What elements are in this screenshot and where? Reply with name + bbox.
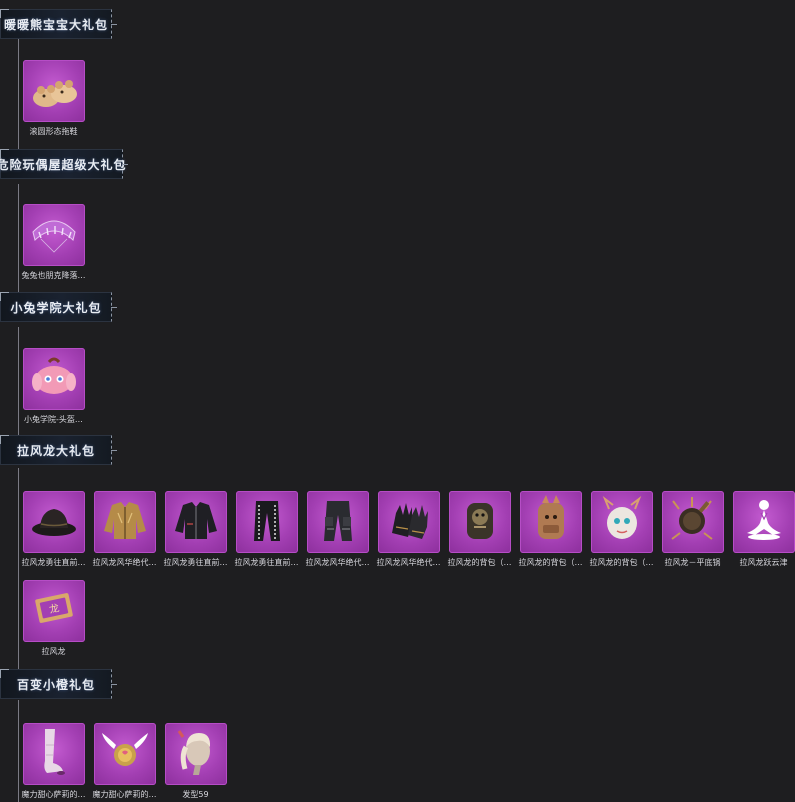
reward-item-label: 拉风龙勇往直前…: [163, 558, 228, 567]
reward-item-tile[interactable]: [590, 491, 653, 553]
section-title: 危险玩偶屋超级大礼包: [0, 157, 127, 172]
reward-item-tile[interactable]: [22, 204, 85, 266]
bunny-helmet-icon: [27, 350, 81, 408]
reward-item-tile[interactable]: [448, 491, 511, 553]
reward-item[interactable]: 魔力甜心萨莉的…: [18, 723, 89, 800]
reward-item-label: 拉风龙风华绝代…: [305, 558, 370, 567]
white-dragon-backpack-icon: [595, 493, 649, 551]
section-header: 百变小橙礼包: [0, 668, 117, 700]
reward-item-tile[interactable]: [93, 491, 156, 553]
gold-jacket-icon: [98, 493, 152, 551]
reward-item-tile[interactable]: [22, 723, 85, 785]
section-header: 小兔学院大礼包: [0, 291, 117, 323]
reward-item-label: 发型59: [182, 790, 209, 799]
bucket-hat-icon: [27, 493, 81, 551]
reward-item-label: 滚圆形态拖鞋: [29, 127, 78, 136]
reward-item-tile[interactable]: [22, 491, 85, 553]
reward-item-tile[interactable]: [661, 491, 724, 553]
section-header-plate: 拉风龙大礼包: [0, 435, 117, 465]
reward-item-label: 魔力甜心萨莉的…: [21, 790, 86, 799]
hairstyle-icon: [169, 725, 223, 783]
reward-item-label: 魔力甜心萨莉的…: [92, 790, 157, 799]
dark-dragon-backpack-icon: [453, 493, 507, 551]
reward-item[interactable]: 拉风龙勇往直前…: [160, 491, 231, 568]
reward-item-tile[interactable]: 龙: [22, 580, 85, 642]
reward-item-tile[interactable]: [732, 491, 795, 553]
reward-item-tile[interactable]: [22, 60, 85, 122]
reward-item-label: 拉风龙勇往直前…: [234, 558, 299, 567]
bear-slippers-icon: [27, 62, 81, 120]
gift-pack-list: 暖暖熊宝宝大礼包滚圆形态拖鞋危险玩偶屋超级大礼包兔兔也朋克降落… 小兔学院大礼包小…: [0, 0, 795, 802]
reward-item[interactable]: 拉风龙跃云津: [728, 491, 795, 568]
reward-item-tile[interactable]: [164, 723, 227, 785]
reward-item-label: 拉风龙: [41, 647, 66, 656]
reward-item[interactable]: 小兔学院-头盔…: [18, 348, 89, 425]
reward-item-label: 拉风龙风华绝代…: [376, 558, 441, 567]
reward-item-label: 拉风龙的背包（…: [589, 558, 654, 567]
reward-item[interactable]: 拉风龙的背包（…: [586, 491, 657, 568]
winged-pan-icon: [98, 725, 152, 783]
section-header: 暖暖熊宝宝大礼包: [0, 8, 117, 40]
reward-item-label: 小兔学院-头盔…: [24, 415, 83, 424]
reward-item[interactable]: 拉风龙－平底锅: [657, 491, 728, 568]
black-pants-icon: [240, 493, 294, 551]
reward-item-label: 拉风龙－平底锅: [664, 558, 721, 567]
reward-item[interactable]: 拉风龙风华绝代…: [373, 491, 444, 568]
reward-item-tile[interactable]: [93, 723, 156, 785]
reward-item-tile[interactable]: [164, 491, 227, 553]
section-header-plate: 百变小橙礼包: [0, 669, 117, 699]
boots-icon: [27, 725, 81, 783]
reward-item[interactable]: 龙拉风龙: [18, 580, 89, 657]
reward-item-label: 拉风龙的背包（…: [447, 558, 512, 567]
section-title: 百变小橙礼包: [16, 677, 95, 692]
cargo-pants-icon: [311, 493, 365, 551]
section-header-plate: 危险玩偶屋超级大礼包: [0, 149, 128, 179]
section-title: 小兔学院大礼包: [10, 300, 102, 315]
reward-item[interactable]: 拉风龙勇往直前…: [18, 491, 89, 568]
dragon-card-icon: 龙: [27, 582, 81, 640]
reward-item[interactable]: 拉风龙的背包（…: [515, 491, 586, 568]
reward-item[interactable]: 拉风龙风华绝代…: [89, 491, 160, 568]
reward-item[interactable]: 拉风龙的背包（…: [444, 491, 515, 568]
reward-item[interactable]: 拉风龙勇往直前…: [231, 491, 302, 568]
black-jacket-icon: [169, 493, 223, 551]
section-header-plate: 暖暖熊宝宝大礼包: [0, 9, 117, 39]
section-header-plate: 小兔学院大礼包: [0, 292, 117, 322]
section-title: 暖暖熊宝宝大礼包: [3, 17, 108, 32]
reward-item-label: 拉风龙的背包（…: [518, 558, 583, 567]
section-title: 拉风龙大礼包: [16, 443, 95, 458]
section-header: 拉风龙大礼包: [0, 434, 117, 466]
dragon-pan-icon: [666, 493, 720, 551]
reward-item-tile[interactable]: [22, 348, 85, 410]
reward-item[interactable]: 兔兔也朋克降落…: [18, 204, 89, 281]
reward-item-label: 兔兔也朋克降落…: [21, 271, 86, 280]
reward-item-label: 拉风龙风华绝代…: [92, 558, 157, 567]
reward-item-tile[interactable]: [377, 491, 440, 553]
reward-item-tile[interactable]: [235, 491, 298, 553]
reward-item-tile[interactable]: [519, 491, 582, 553]
bunny-punk-parachute-icon: [27, 206, 81, 264]
section-header: 危险玩偶屋超级大礼包: [0, 148, 128, 180]
reward-item[interactable]: 魔力甜心萨莉的…: [89, 723, 160, 800]
gloves-icon: [382, 493, 436, 551]
reward-item-tile[interactable]: [306, 491, 369, 553]
reward-item-label: 拉风龙跃云津: [739, 558, 788, 567]
reward-item-label: 拉风龙勇往直前…: [21, 558, 86, 567]
reward-item[interactable]: 滚圆形态拖鞋: [18, 60, 89, 137]
emote-pose-icon: [737, 493, 791, 551]
brown-dragon-backpack-icon: [524, 493, 578, 551]
reward-item[interactable]: 发型59: [160, 723, 231, 800]
reward-item[interactable]: 拉风龙风华绝代…: [302, 491, 373, 568]
